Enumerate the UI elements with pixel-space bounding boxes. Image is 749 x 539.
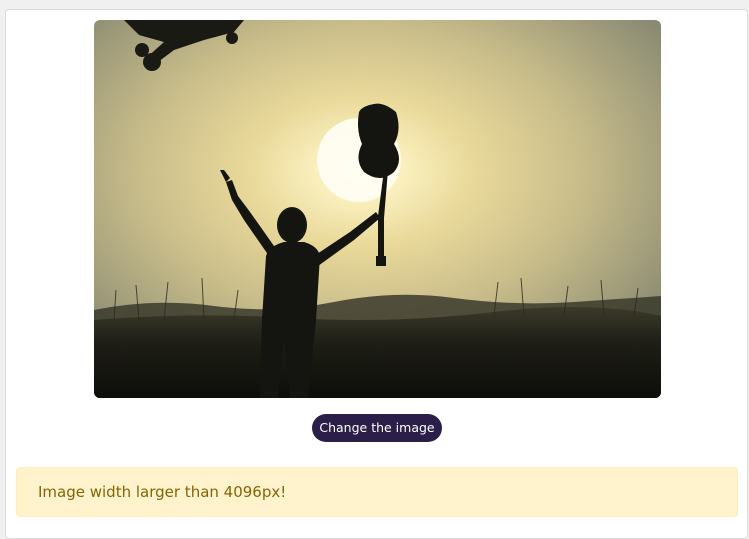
warning-alert: Image width larger than 4096px! (16, 467, 738, 517)
image-uploader-card: Change the image Image width larger than… (5, 9, 748, 539)
uploaded-image-preview (94, 20, 661, 398)
photo-silhouette-guitar-sunset (94, 20, 661, 398)
change-image-button[interactable]: Change the image (312, 414, 442, 442)
alert-message: Image width larger than 4096px! (38, 483, 287, 501)
